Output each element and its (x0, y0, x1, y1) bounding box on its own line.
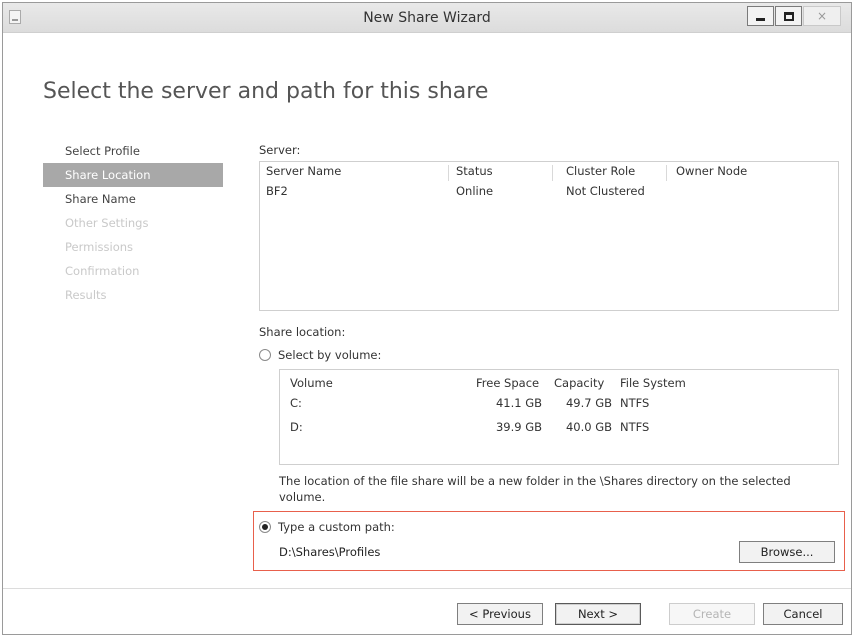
maximize-button[interactable] (775, 6, 802, 26)
server-label: Server: (259, 143, 301, 157)
volume-table-header: Volume Free Space Capacity File System (280, 376, 838, 394)
create-button: Create (669, 603, 755, 625)
capacity-cell: 40.0 GB (565, 420, 612, 434)
next-button[interactable]: Next > (555, 603, 641, 625)
server-table[interactable]: Server Name Status Cluster Role Owner No… (259, 161, 839, 311)
volume-cell: C: (290, 396, 302, 410)
select-by-volume-radio[interactable] (259, 349, 271, 361)
volume-table[interactable]: Volume Free Space Capacity File System C… (279, 369, 839, 465)
close-button[interactable]: × (803, 6, 841, 26)
column-header-volume[interactable]: Volume (290, 376, 333, 390)
custom-path-label[interactable]: Type a custom path: (278, 520, 395, 534)
server-name-cell: BF2 (266, 184, 288, 198)
column-header-owner-node[interactable]: Owner Node (676, 164, 747, 178)
column-header-file-system[interactable]: File System (620, 376, 686, 390)
page-title: Select the server and path for this shar… (43, 79, 489, 104)
free-space-cell: 41.1 GB (495, 396, 542, 410)
volume-cell: D: (290, 420, 303, 434)
maximize-icon (783, 11, 794, 21)
nav-item-select-profile[interactable]: Select Profile (43, 139, 223, 163)
footer-divider (3, 588, 851, 589)
table-row[interactable]: BF2 Online Not Clustered (260, 184, 838, 202)
close-icon: × (816, 9, 828, 23)
custom-path-value[interactable]: D:\Shares\Profiles (279, 545, 380, 559)
nav-item-permissions: Permissions (65, 240, 134, 254)
table-row[interactable]: C: 41.1 GB 49.7 GB NTFS (280, 396, 838, 414)
column-header-capacity[interactable]: Capacity (554, 376, 604, 390)
column-header-cluster-role[interactable]: Cluster Role (566, 164, 635, 178)
previous-button[interactable]: < Previous (457, 603, 543, 625)
column-divider[interactable] (448, 165, 449, 181)
minimize-button[interactable] (747, 6, 774, 26)
nav-item-share-location[interactable]: Share Location (43, 163, 223, 187)
column-divider[interactable] (552, 165, 553, 181)
column-header-server-name[interactable]: Server Name (266, 164, 341, 178)
column-divider[interactable] (666, 165, 667, 181)
column-header-status[interactable]: Status (456, 164, 493, 178)
select-by-volume-label[interactable]: Select by volume: (278, 348, 381, 362)
free-space-cell: 39.9 GB (495, 420, 542, 434)
wizard-nav: Select Profile Share Location Share Name… (43, 139, 223, 307)
browse-button[interactable]: Browse... (739, 541, 835, 563)
nav-item-confirmation: Confirmation (65, 264, 140, 278)
nav-item-other-settings: Other Settings (65, 216, 149, 230)
title-bar: New Share Wizard × (3, 3, 851, 33)
minimize-icon (756, 17, 765, 21)
cancel-button[interactable]: Cancel (763, 603, 843, 625)
column-header-free-space[interactable]: Free Space (476, 376, 539, 390)
window-title: New Share Wizard (363, 10, 491, 26)
cluster-role-cell: Not Clustered (566, 184, 645, 198)
table-row[interactable]: D: 39.9 GB 40.0 GB NTFS (280, 420, 838, 438)
nav-item-results: Results (65, 288, 107, 302)
window-controls: × (746, 6, 841, 26)
file-system-cell: NTFS (620, 396, 650, 410)
nav-item-share-name[interactable]: Share Name (43, 187, 223, 211)
wizard-window: New Share Wizard × Select the server and… (2, 2, 852, 635)
share-location-label: Share location: (259, 325, 346, 339)
status-cell: Online (456, 184, 494, 198)
custom-path-radio[interactable] (259, 521, 271, 533)
share-location-info: The location of the file share will be a… (279, 474, 791, 504)
capacity-cell: 49.7 GB (565, 396, 612, 410)
file-system-cell: NTFS (620, 420, 650, 434)
server-table-header: Server Name Status Cluster Role Owner No… (260, 164, 838, 182)
